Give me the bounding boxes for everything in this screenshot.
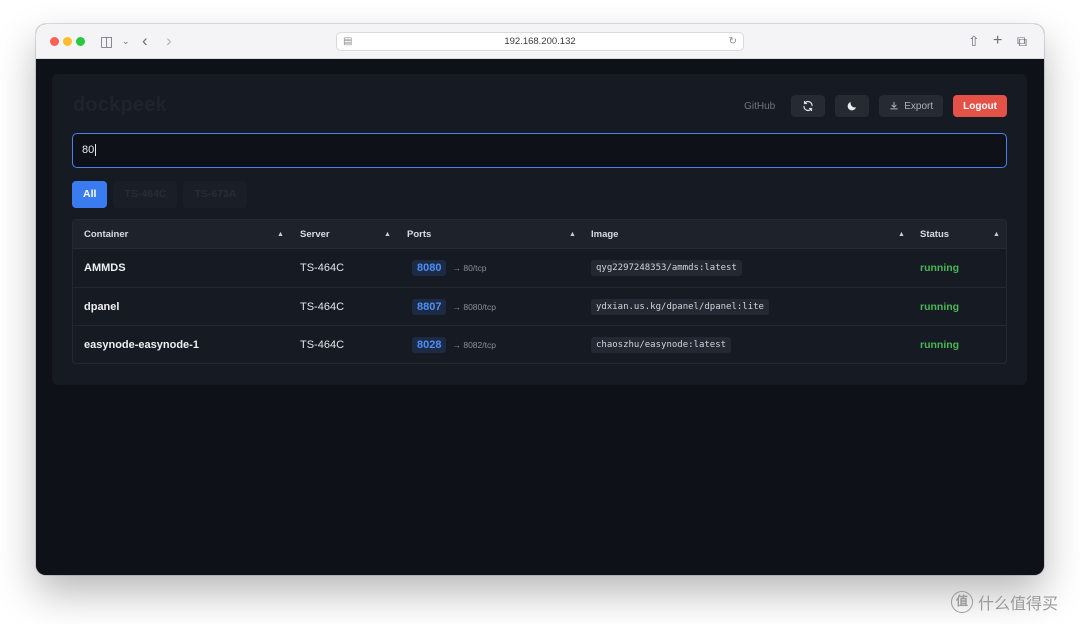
chevron-down-icon[interactable]: ⌄: [122, 31, 130, 51]
text-caret: [95, 144, 97, 157]
server-name: TS-464C: [300, 339, 345, 351]
app-logo[interactable]: dockpeek: [73, 94, 167, 117]
minimize-window-button[interactable]: [63, 37, 72, 46]
header-actions: GitHub Export Logout: [744, 95, 1007, 117]
server-name: TS-464C: [300, 300, 345, 313]
watermark-text: 什么值得买: [978, 596, 1059, 613]
share-icon[interactable]: ⇧: [968, 31, 980, 51]
header-ports[interactable]: Ports: [407, 220, 431, 249]
image-cell: qyg2297248353/ammds:latest: [591, 249, 742, 287]
url-text: 192.168.200.132: [504, 36, 576, 47]
new-tab-icon[interactable]: +: [993, 31, 1002, 51]
export-button[interactable]: Export: [879, 95, 944, 117]
container-name: easynode-easynode-1: [84, 339, 199, 351]
ports-cell: 8028 → 8082/tcp: [412, 326, 496, 363]
server-name: TS-464C: [300, 262, 345, 274]
image-tag: chaoszhu/easynode:latest: [591, 337, 732, 353]
tabs-overview-icon[interactable]: ⧉: [1017, 31, 1027, 51]
port-mapping: → 8080/tcp: [452, 301, 496, 312]
table-row[interactable]: AMMDS TS-464C 8080 → 80/tcp qyg229724835…: [73, 249, 1006, 288]
sort-arrow-icon[interactable]: ▲: [277, 220, 284, 249]
github-link[interactable]: GitHub: [744, 101, 775, 112]
tab-all[interactable]: All: [72, 181, 108, 208]
back-icon[interactable]: ‹: [142, 31, 148, 51]
image-tag: ydxian.us.kg/dpanel/dpanel:lite: [591, 298, 769, 315]
page-icon: ▤: [343, 36, 353, 47]
page-content: dockpeek GitHub Export Logout 80 All TS-…: [36, 59, 1044, 575]
reload-icon[interactable]: ↻: [729, 33, 737, 50]
header-image[interactable]: Image: [591, 220, 618, 249]
sort-arrow-icon[interactable]: ▲: [569, 220, 576, 249]
ports-cell: 8807 → 8080/tcp: [412, 288, 496, 326]
status-badge: running: [920, 339, 960, 351]
status-badge: running: [920, 262, 960, 274]
search-input[interactable]: 80: [72, 133, 1007, 168]
ports-cell: 8080 → 80/tcp: [412, 249, 487, 287]
browser-window: ◫ ⌄ ‹ › ▤ 192.168.200.132 ↻ ⇧ + ⧉ dockpe…: [36, 24, 1044, 575]
header-container[interactable]: Container: [84, 220, 128, 249]
header-status[interactable]: Status: [920, 220, 949, 249]
maximize-window-button[interactable]: [76, 37, 85, 46]
browser-toolbar: ◫ ⌄ ‹ › ▤ 192.168.200.132 ↻ ⇧ + ⧉: [36, 24, 1044, 59]
container-name: AMMDS: [84, 262, 126, 274]
watermark-logo-icon: 值: [951, 591, 973, 613]
server-tabs: All TS-464C TS-673A: [72, 181, 248, 208]
refresh-icon: [803, 100, 813, 112]
main-panel: dockpeek GitHub Export Logout 80 All TS-…: [52, 74, 1027, 385]
header-server[interactable]: Server: [300, 220, 330, 249]
image-tag: qyg2297248353/ammds:latest: [591, 260, 742, 276]
export-label: Export: [904, 100, 934, 112]
close-window-button[interactable]: [50, 37, 59, 46]
container-name: dpanel: [84, 300, 120, 313]
tab-ts-464c[interactable]: TS-464C: [113, 181, 178, 208]
sort-arrow-icon[interactable]: ▲: [993, 220, 1000, 249]
logout-button[interactable]: Logout: [953, 95, 1007, 117]
refresh-button[interactable]: [791, 95, 826, 117]
moon-icon: [847, 102, 857, 111]
table-header: Container ▲ Server ▲ Ports ▲ Image ▲ Sta…: [73, 220, 1006, 249]
port-mapping: → 8082/tcp: [452, 340, 496, 350]
sort-arrow-icon[interactable]: ▲: [898, 220, 905, 249]
search-value: 80: [82, 144, 95, 156]
tab-ts-673a[interactable]: TS-673A: [183, 181, 248, 208]
port-link[interactable]: 8080: [412, 260, 447, 276]
download-icon: [890, 101, 899, 110]
status-badge: running: [920, 300, 960, 313]
forward-icon[interactable]: ›: [166, 31, 172, 51]
address-bar[interactable]: ▤ 192.168.200.132 ↻: [336, 32, 744, 51]
sort-arrow-icon[interactable]: ▲: [384, 220, 391, 249]
table-row[interactable]: dpanel TS-464C 8807 → 8080/tcp ydxian.us…: [73, 288, 1006, 326]
theme-toggle-button[interactable]: [835, 95, 870, 117]
image-cell: ydxian.us.kg/dpanel/dpanel:lite: [591, 288, 769, 326]
table-row[interactable]: easynode-easynode-1 TS-464C 8028 → 8082/…: [73, 326, 1006, 363]
image-cell: chaoszhu/easynode:latest: [591, 326, 732, 363]
sidebar-icon[interactable]: ◫: [100, 31, 113, 51]
port-link[interactable]: 8807: [412, 298, 447, 315]
port-mapping: → 80/tcp: [452, 263, 487, 273]
port-link[interactable]: 8028: [412, 337, 447, 353]
watermark: 值 什么值得买: [951, 590, 1058, 614]
containers-table: Container ▲ Server ▲ Ports ▲ Image ▲ Sta…: [72, 219, 1007, 364]
